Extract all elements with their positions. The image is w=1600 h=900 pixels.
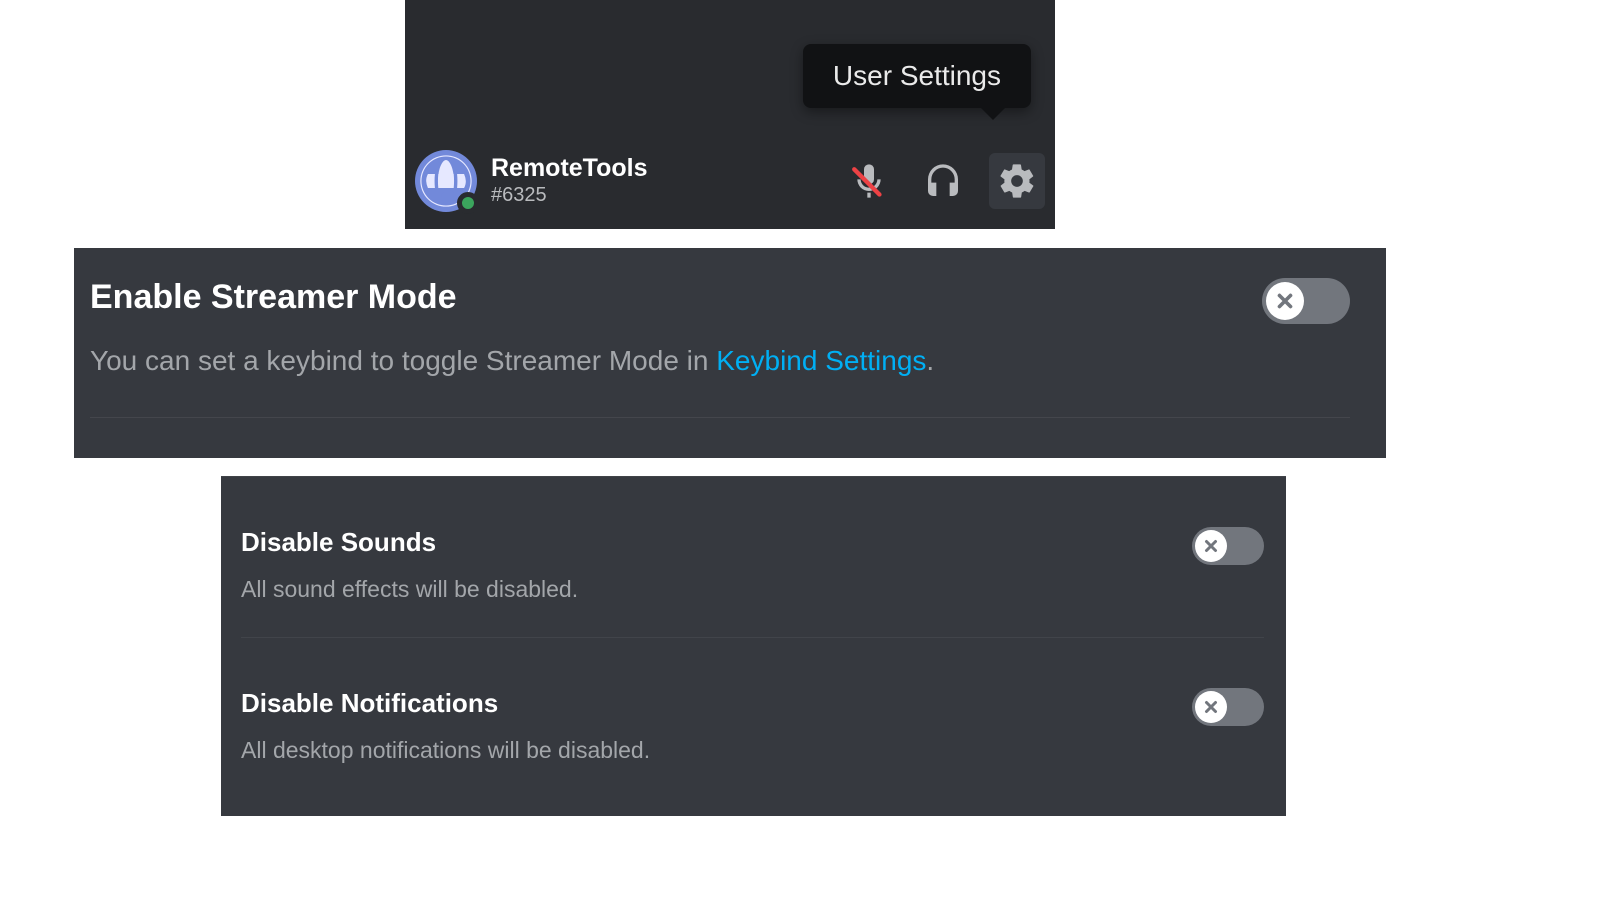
x-icon [1274, 290, 1296, 312]
streamer-mode-card: Enable Streamer Mode You can set a keybi… [74, 248, 1386, 458]
disable-sounds-title: Disable Sounds [241, 527, 578, 558]
streamer-mode-desc: You can set a keybind to toggle Streamer… [90, 345, 934, 377]
username: RemoteTools [491, 155, 648, 183]
presence-indicator-online [457, 192, 479, 214]
toggle-track [1192, 688, 1264, 726]
user-settings-button[interactable] [989, 153, 1045, 209]
toggle-knob [1266, 282, 1304, 320]
disable-notifications-toggle[interactable] [1192, 688, 1264, 726]
toggle-track [1192, 527, 1264, 565]
toggle-knob [1195, 530, 1227, 562]
gear-icon [997, 161, 1037, 201]
x-icon [1202, 698, 1220, 716]
user-text: RemoteTools #6325 [491, 155, 648, 207]
toggle-knob [1195, 691, 1227, 723]
disable-notifications-setting: Disable Notifications All desktop notifi… [241, 638, 1264, 764]
user-panel: User Settings RemoteTools #6325 [405, 0, 1055, 229]
user-actions [841, 153, 1045, 209]
user-settings-tooltip: User Settings [803, 44, 1031, 108]
user-bar: RemoteTools #6325 [405, 133, 1055, 229]
disable-notifications-desc: All desktop notifications will be disabl… [241, 737, 650, 764]
keybind-settings-link[interactable]: Keybind Settings [716, 345, 926, 376]
headphones-icon [923, 161, 963, 201]
deafen-button[interactable] [915, 153, 971, 209]
disable-notifications-title: Disable Notifications [241, 688, 650, 719]
divider [90, 417, 1350, 418]
options-card: Disable Sounds All sound effects will be… [221, 476, 1286, 816]
disable-sounds-desc: All sound effects will be disabled. [241, 576, 578, 603]
x-icon [1202, 537, 1220, 555]
streamer-mode-title: Enable Streamer Mode [90, 278, 934, 317]
desc-prefix: You can set a keybind to toggle Streamer… [90, 345, 716, 376]
avatar[interactable] [415, 150, 477, 212]
streamer-mode-toggle[interactable] [1262, 278, 1350, 324]
toggle-track [1262, 278, 1350, 324]
desc-suffix: . [926, 345, 934, 376]
disable-sounds-setting: Disable Sounds All sound effects will be… [241, 477, 1264, 638]
disable-sounds-toggle[interactable] [1192, 527, 1264, 565]
mute-button[interactable] [841, 153, 897, 209]
tooltip-label: User Settings [833, 60, 1001, 91]
microphone-muted-icon [849, 161, 889, 201]
user-discriminator: #6325 [491, 183, 648, 207]
